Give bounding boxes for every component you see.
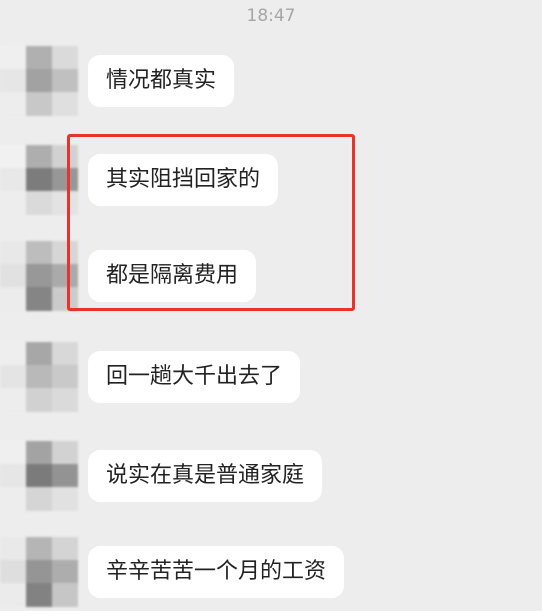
- message-row: 回一趟大千出去了: [0, 342, 542, 412]
- message-bubble[interactable]: 说实在真是普通家庭: [88, 450, 323, 502]
- message-row: 说实在真是普通家庭: [0, 441, 542, 511]
- chat-timestamp: 18:47: [246, 6, 296, 26]
- avatar[interactable]: [0, 46, 78, 116]
- message-bubble[interactable]: 回一趟大千出去了: [88, 351, 301, 403]
- message-row: 情况都真实: [0, 46, 542, 116]
- avatar[interactable]: [0, 342, 78, 412]
- avatar[interactable]: [0, 537, 78, 607]
- avatar[interactable]: [0, 441, 78, 511]
- message-bubble[interactable]: 辛辛苦苦一个月的工资: [88, 546, 345, 598]
- message-row: 辛辛苦苦一个月的工资: [0, 537, 542, 607]
- message-bubble[interactable]: 情况都真实: [88, 55, 235, 107]
- highlight-box: [67, 134, 355, 311]
